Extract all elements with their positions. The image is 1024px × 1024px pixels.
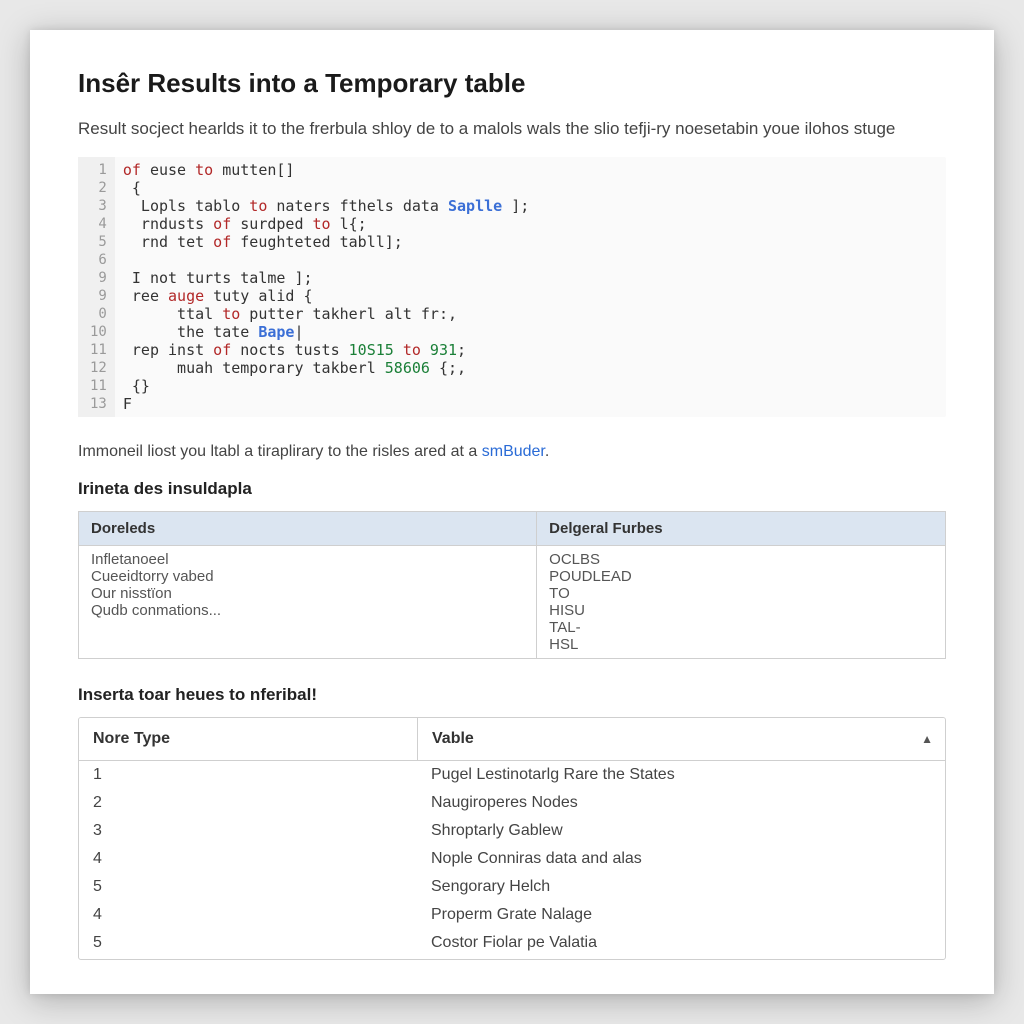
table-row[interactable]: 2Naugiroperes Nodes: [79, 789, 945, 817]
code-gutter: 1234569901011121113: [78, 157, 115, 417]
line-number: 5: [90, 233, 107, 251]
line-number: 1: [90, 161, 107, 179]
table-row[interactable]: 5Sengorary Helch: [79, 873, 945, 901]
code-line: the tate Bape|: [123, 323, 529, 341]
section-heading-1: Irineta des insuldapla: [78, 479, 946, 499]
table-row[interactable]: 4Nople Conniras data and alas: [79, 845, 945, 873]
code-line: ttal to putter takherl alt fr:,: [123, 305, 529, 323]
line-number: 13: [90, 395, 107, 413]
table-cell: Infletanoeel: [91, 551, 524, 568]
table2-cell-value: Shroptarly Gablew: [417, 822, 945, 840]
code-line: I not turts talme ];: [123, 269, 529, 287]
code-line: F: [123, 395, 529, 413]
line-number: 9: [90, 287, 107, 305]
table2-cell-value: Costor Fiolar pe Valatia: [417, 934, 945, 952]
table2-cell-type: 2: [79, 794, 417, 812]
code-line: of euse to mutten[]: [123, 161, 529, 179]
code-line: rep inst of nocts tusts 10S15 to 931;: [123, 341, 529, 359]
mid-paragraph: Immoneil liost you ltabl a tiraplirary t…: [78, 443, 946, 461]
code-line: muah temporary takberl 58606 {;,: [123, 359, 529, 377]
intro-paragraph: Result socject hearlds it to the frerbul…: [78, 119, 946, 139]
table1-header-1: Doreleds: [79, 512, 537, 546]
table2-cell-value: Pugel Lestinotarlg Rare the States: [417, 766, 945, 784]
line-number: 3: [90, 197, 107, 215]
sort-icon[interactable]: ▲: [921, 732, 933, 746]
table2-cell-value: Nople Conniras data and alas: [417, 850, 945, 868]
table2-cell-value: Naugiroperes Nodes: [417, 794, 945, 812]
document-page: Insêr Results into a Temporary table Res…: [30, 30, 994, 994]
line-number: 4: [90, 215, 107, 233]
code-block: 1234569901011121113 of euse to mutten[] …: [78, 157, 946, 417]
code-lines: of euse to mutten[] { Lopls tablo to nat…: [115, 157, 537, 417]
table-cell: HSL: [549, 636, 933, 653]
table-row[interactable]: 3Shroptarly Gablew: [79, 817, 945, 845]
table2-cell-type: 4: [79, 850, 417, 868]
code-line: {: [123, 179, 529, 197]
code-line: rndusts of surdped to l{;: [123, 215, 529, 233]
paragraph-link[interactable]: smBuder: [482, 443, 545, 460]
results-table-body[interactable]: 1Pugel Lestinotarlg Rare the States2Naug…: [79, 761, 945, 959]
table-cell: Our nisstïon: [91, 585, 524, 602]
table2-cell-type: 5: [79, 934, 417, 952]
table2-cell-value: Properm Grate Nalage: [417, 906, 945, 924]
paragraph-text-after: .: [545, 443, 549, 460]
table-cell: OCLBS: [549, 551, 933, 568]
table-cell: POUDLEAD: [549, 568, 933, 585]
line-number: 12: [90, 359, 107, 377]
line-number: 0: [90, 305, 107, 323]
line-number: 6: [90, 251, 107, 269]
table-cell: TAL-: [549, 619, 933, 636]
code-line: [123, 251, 529, 269]
table2-cell-type: 4: [79, 906, 417, 924]
line-number: 11: [90, 377, 107, 395]
table-cell: Qudb conmations...: [91, 602, 524, 619]
table1-col1: InfletanoeelCueeidtorry vabedOur nisstïo…: [79, 546, 537, 659]
table1-col2: OCLBSPOUDLEADTOHISUTAL-HSL: [537, 546, 946, 659]
code-line: Lopls tablo to naters fthels data Saplle…: [123, 197, 529, 215]
table2-header-2[interactable]: Vable ▲: [418, 718, 945, 760]
code-line: {}: [123, 377, 529, 395]
table-cell: HISU: [549, 602, 933, 619]
definition-table: Doreleds Delgeral Furbes InfletanoeelCue…: [78, 511, 946, 659]
table-row[interactable]: 1Pugel Lestinotarlg Rare the States: [79, 761, 945, 789]
line-number: 11: [90, 341, 107, 359]
table2-cell-type: 5: [79, 878, 417, 896]
table2-header-2-label: Vable: [432, 730, 474, 747]
table-row[interactable]: 5Costor Fiolar pe Valatia: [79, 929, 945, 957]
page-title: Insêr Results into a Temporary table: [78, 68, 946, 99]
line-number: 10: [90, 323, 107, 341]
code-line: ree auge tuty alid {: [123, 287, 529, 305]
table-cell: Cueeidtorry vabed: [91, 568, 524, 585]
paragraph-text: Immoneil liost you ltabl a tiraplirary t…: [78, 443, 482, 460]
table2-cell-value: Sengorary Helch: [417, 878, 945, 896]
table2-header-1[interactable]: Nore Type: [79, 718, 418, 760]
line-number: 2: [90, 179, 107, 197]
table-row[interactable]: 4Properm Grate Nalage: [79, 901, 945, 929]
table2-cell-type: 3: [79, 822, 417, 840]
table1-header-2: Delgeral Furbes: [537, 512, 946, 546]
table-cell: TO: [549, 585, 933, 602]
code-line: rnd tet of feughteted tabll];: [123, 233, 529, 251]
results-table: Nore Type Vable ▲ 1Pugel Lestinotarlg Ra…: [78, 717, 946, 960]
results-table-header: Nore Type Vable ▲: [79, 718, 945, 761]
table2-cell-type: 1: [79, 766, 417, 784]
section-heading-2: Inserta toar heues to nferibal!: [78, 685, 946, 705]
line-number: 9: [90, 269, 107, 287]
